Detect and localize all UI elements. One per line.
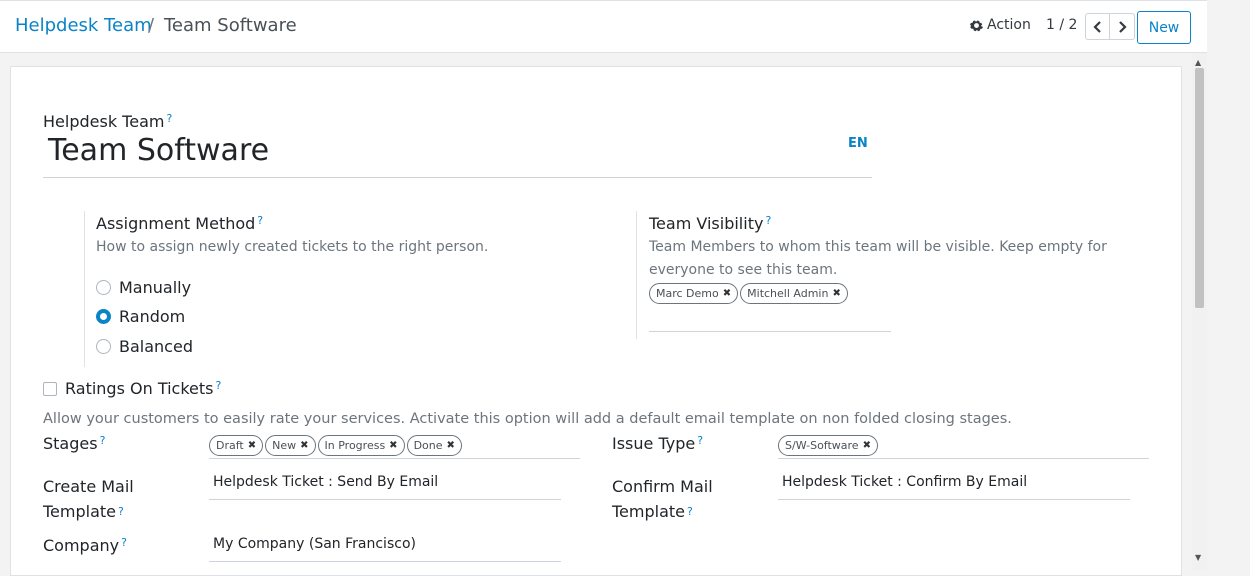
radio-button-checked[interactable] [96, 309, 111, 324]
company-input[interactable]: My Company (San Francisco) [209, 536, 561, 562]
team-visibility-label: Team Visibility? [649, 214, 772, 233]
group-divider [636, 211, 637, 339]
tag-new: New ✖ [265, 435, 316, 456]
help-tooltip-icon[interactable]: ? [687, 505, 693, 518]
help-tooltip-icon[interactable]: ? [216, 379, 222, 392]
assignment-method-label: Assignment Method? [96, 214, 264, 233]
team-visibility-description: Team Members to whom this team will be v… [649, 239, 1107, 278]
help-tooltip-icon[interactable]: ? [257, 214, 263, 227]
help-tooltip-icon[interactable]: ? [697, 434, 703, 447]
remove-tag-icon[interactable]: ✖ [723, 288, 731, 299]
control-panel: Helpdesk Team / Team Software Action 1 /… [0, 0, 1207, 53]
confirm-mail-template-label: Confirm Mail Template? [612, 477, 713, 521]
radio-label: Balanced [119, 337, 193, 356]
create-mail-template-label: Create Mail Template? [43, 477, 134, 521]
team-name-input[interactable]: Team Software [43, 133, 872, 178]
create-mail-template-input[interactable]: Helpdesk Ticket : Send By Email [209, 474, 561, 500]
stages-tags-input[interactable]: Draft ✖ New ✖ In Progress ✖ Done ✖ [209, 433, 580, 459]
tag-in-progress: In Progress ✖ [317, 435, 405, 456]
tag-sw-software: S/W-Software ✖ [778, 435, 878, 456]
chevron-right-icon [1118, 20, 1127, 33]
tag-draft: Draft ✖ [209, 435, 264, 456]
radio-balanced[interactable]: Balanced [96, 337, 193, 356]
remove-tag-icon[interactable]: ✖ [389, 440, 397, 451]
new-button[interactable]: New [1137, 11, 1191, 44]
pager-value[interactable]: 1 / 2 [1046, 17, 1077, 33]
remove-tag-icon[interactable]: ✖ [248, 440, 256, 451]
remove-tag-icon[interactable]: ✖ [832, 288, 840, 299]
gear-icon [970, 19, 983, 31]
remove-tag-icon[interactable]: ✖ [447, 440, 455, 451]
team-visibility-tags-input[interactable]: Marc Demo ✖ Mitchell Admin ✖ [649, 283, 891, 332]
radio-button[interactable] [96, 339, 111, 354]
breadcrumb-current: Team Software [164, 15, 297, 36]
help-tooltip-icon[interactable]: ? [118, 505, 124, 518]
assignment-method-description: How to assign newly created tickets to t… [96, 239, 489, 255]
breadcrumb-separator: / [148, 15, 155, 36]
confirm-mail-template-input[interactable]: Helpdesk Ticket : Confirm By Email [778, 474, 1130, 500]
tag-done: Done ✖ [406, 435, 462, 456]
team-name-label: Helpdesk Team? [43, 112, 173, 131]
help-tooltip-icon[interactable]: ? [100, 434, 106, 447]
ratings-description: Allow your customers to easily rate your… [43, 411, 1012, 427]
company-label: Company? [43, 536, 127, 555]
issue-type-label: Issue Type? [612, 434, 704, 453]
pager-next-button[interactable] [1110, 13, 1135, 40]
scroll-down-arrow-icon[interactable]: ▼ [1195, 553, 1201, 562]
pager-previous-button[interactable] [1085, 13, 1110, 40]
action-label: Action [987, 17, 1031, 33]
radio-label: Manually [119, 278, 192, 297]
stages-label: Stages? [43, 434, 106, 453]
tag-marc-demo: Marc Demo ✖ [649, 283, 739, 304]
breadcrumb-parent-link[interactable]: Helpdesk Team [15, 15, 152, 36]
scroll-up-arrow-icon[interactable]: ▲ [1195, 58, 1201, 67]
language-button[interactable]: EN [848, 136, 868, 151]
help-tooltip-icon[interactable]: ? [166, 112, 172, 125]
help-tooltip-icon[interactable]: ? [121, 536, 127, 549]
help-tooltip-icon[interactable]: ? [765, 214, 771, 227]
ratings-label: Ratings On Tickets? [65, 379, 222, 398]
scrollbar-thumb[interactable] [1195, 68, 1204, 308]
group-divider [84, 211, 85, 367]
radio-random[interactable]: Random [96, 307, 185, 326]
radio-label: Random [119, 307, 186, 326]
chevron-left-icon [1093, 20, 1101, 33]
ratings-checkbox[interactable] [43, 382, 57, 396]
radio-manually[interactable]: Manually [96, 278, 191, 297]
remove-tag-icon[interactable]: ✖ [300, 440, 308, 451]
remove-tag-icon[interactable]: ✖ [863, 440, 871, 451]
issue-type-tags-input[interactable]: S/W-Software ✖ [778, 433, 1149, 459]
radio-button[interactable] [96, 280, 111, 295]
tag-mitchell-admin: Mitchell Admin ✖ [740, 283, 848, 304]
action-menu-button[interactable]: Action [970, 17, 1031, 33]
